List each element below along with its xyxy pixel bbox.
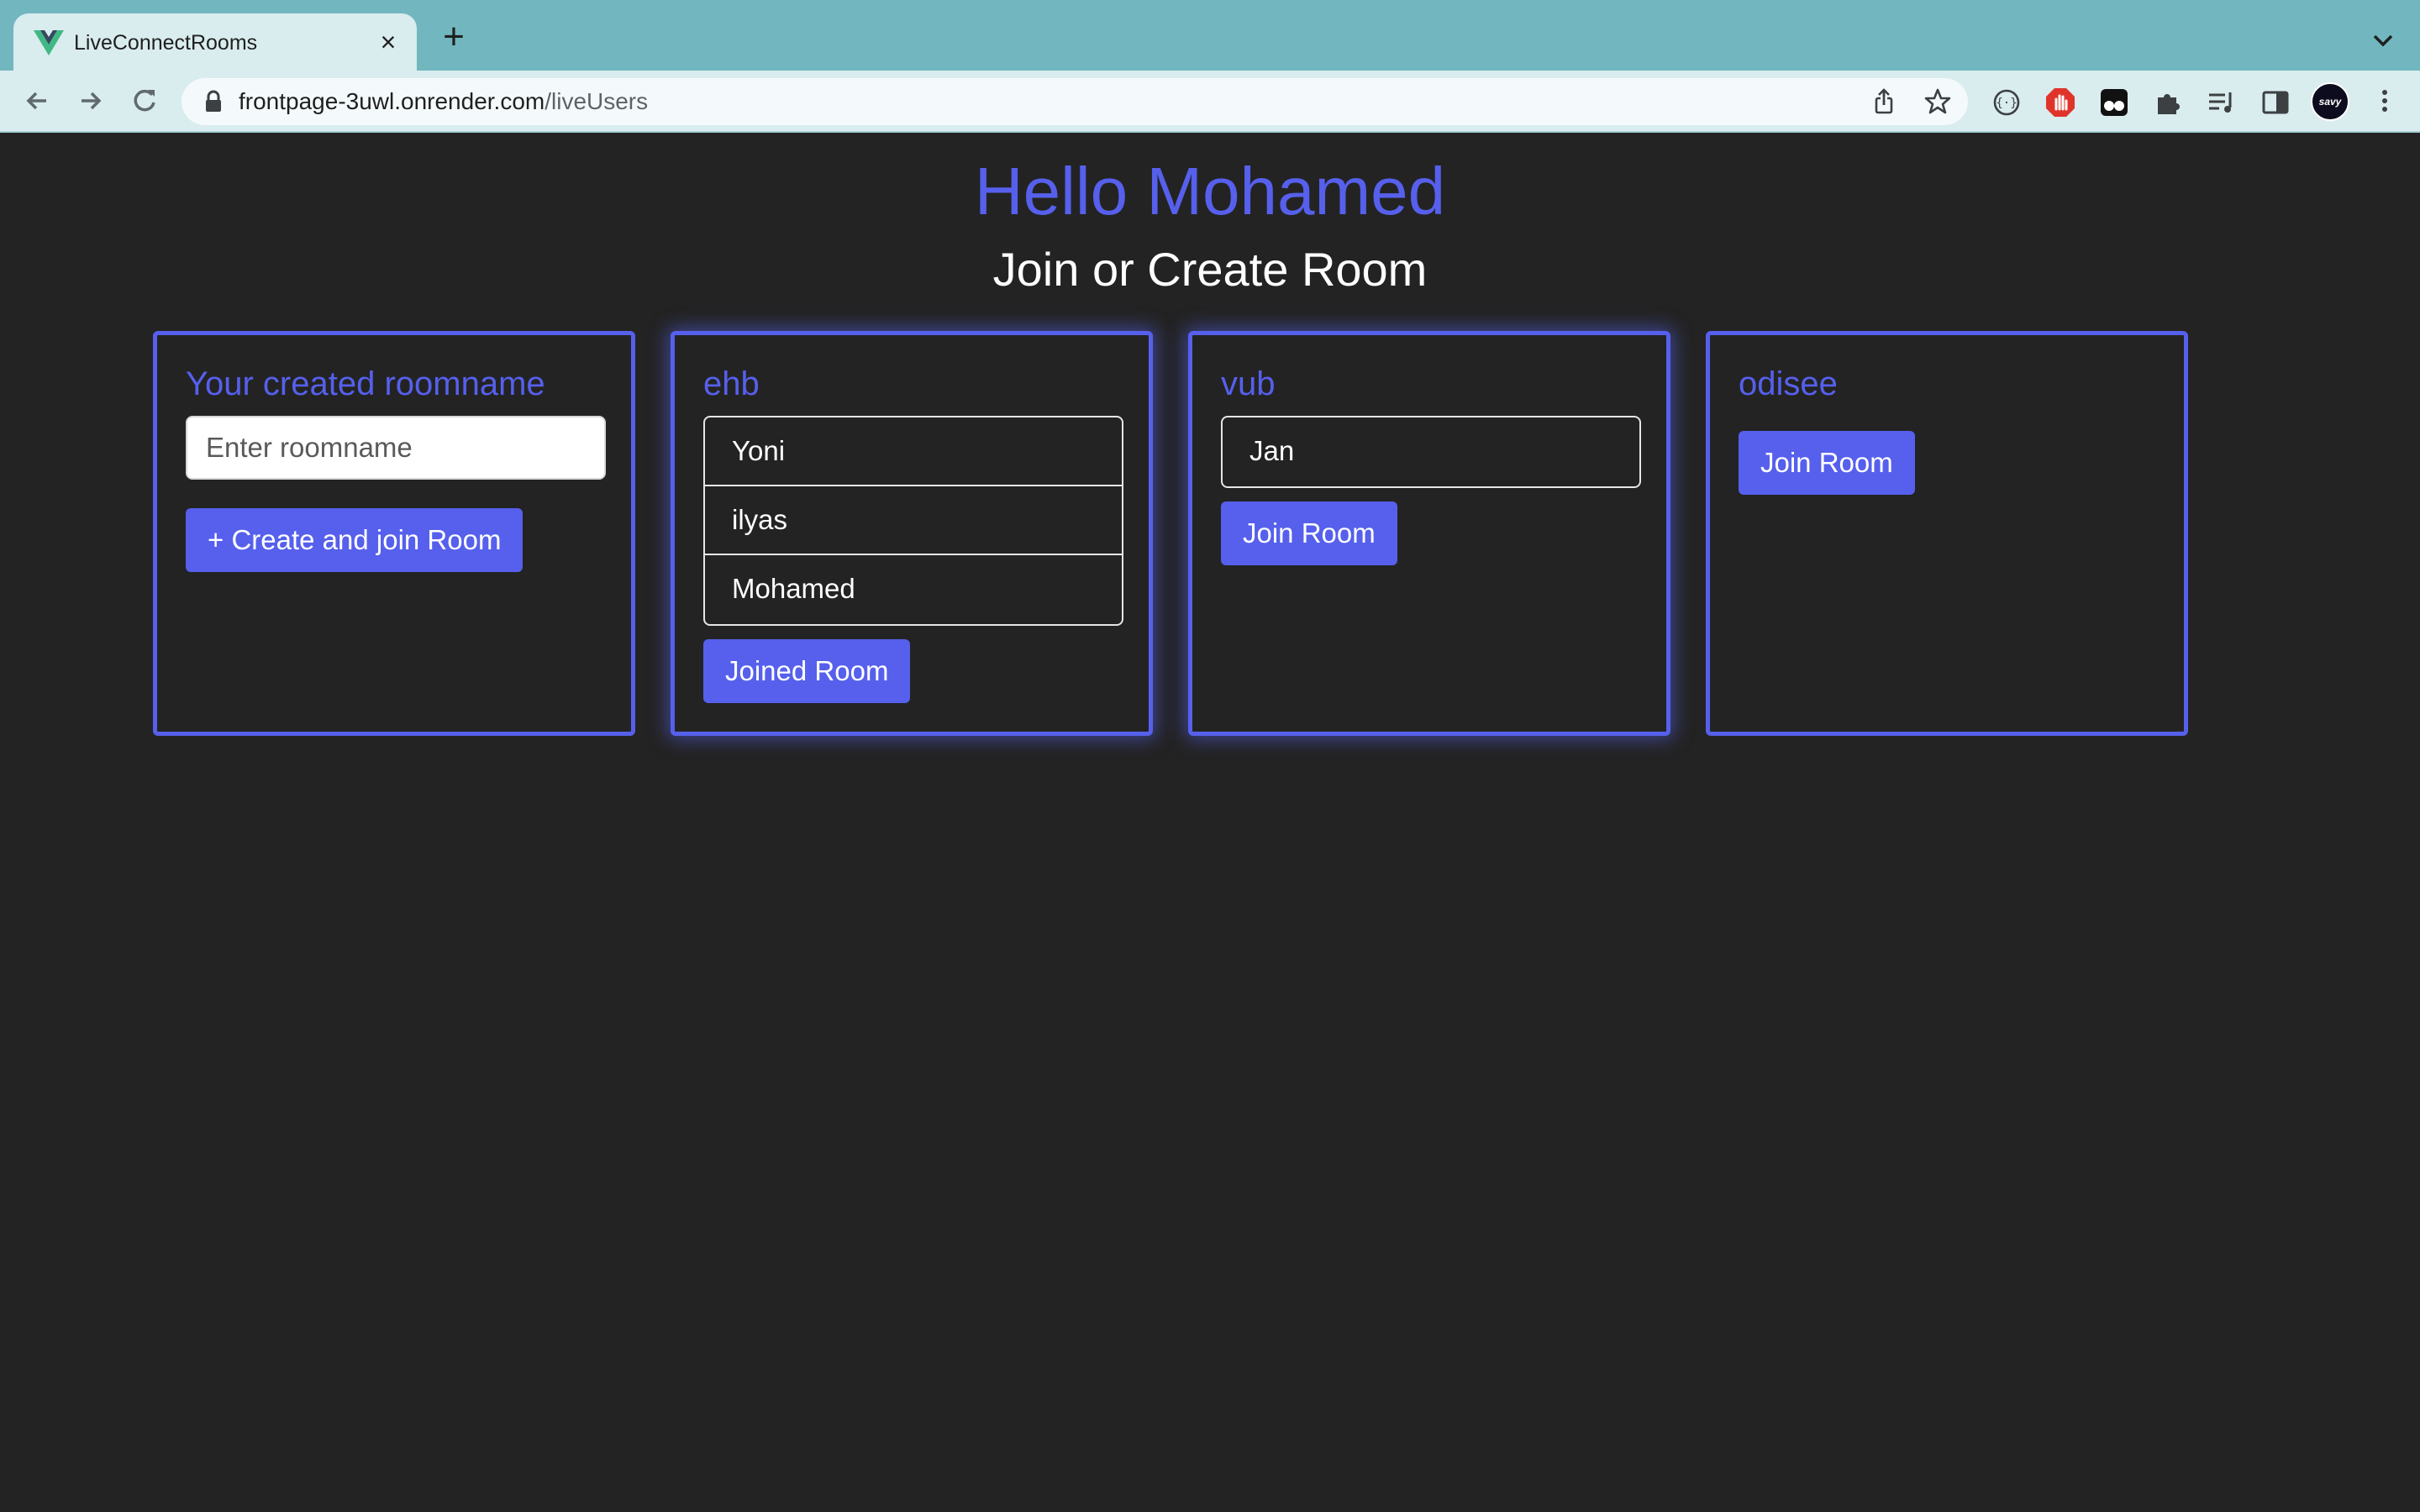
room-user-list: Yoni ilyas Mohamed [703,416,1123,626]
list-item: ilyas [705,486,1122,555]
reload-button[interactable] [126,82,163,119]
back-button[interactable] [18,82,55,119]
roomname-input[interactable] [186,416,606,480]
url-path: /liveUsers [544,88,649,114]
chevron-down-icon[interactable] [2366,24,2400,57]
room-name: odisee [1739,365,1838,402]
page-subtitle: Join or Create Room [992,243,1428,296]
side-panel-icon[interactable] [2259,86,2292,119]
create-room-title: Your created roomname [186,365,545,402]
glasses-icon[interactable] [2097,86,2131,119]
star-icon[interactable] [1923,87,1953,117]
forward-arrow-icon [82,92,102,110]
puzzle-icon[interactable] [2151,86,2185,119]
tab-title: LiveConnectRooms [74,31,258,55]
join-room-button[interactable]: Join Room [1221,501,1397,565]
profile-avatar[interactable]: savy [2311,82,2349,121]
page-content: Hello Mohamed Join or Create Room Your c… [0,133,2420,1512]
new-tab-button[interactable]: + [437,18,471,55]
browser-tab-active[interactable]: LiveConnectRooms × [13,13,417,71]
room-card-vub: vub Jan Join Room [1188,331,1670,736]
greeting-heading: Hello Mohamed [974,154,1446,228]
joined-room-button[interactable]: Joined Room [703,639,911,703]
tab-close-button[interactable]: × [373,27,403,57]
room-name: vub [1221,365,1276,402]
create-and-join-room-button[interactable]: + Create and join Room [186,508,523,572]
room-card-ehb: ehb Yoni ilyas Mohamed Joined Room [671,331,1153,736]
url-text[interactable]: frontpage-3uwl.onrender.com/liveUsers [239,87,648,116]
vue-logo-icon [34,30,64,55]
browser-tab-strip: LiveConnectRooms × + [0,0,2420,71]
room-user-list: Jan [1221,416,1641,488]
url-host: frontpage-3uwl.onrender.com [239,88,545,114]
lock-icon[interactable] [200,88,227,115]
share-icon[interactable] [1869,87,1899,117]
kebab-menu-icon[interactable] [2368,84,2402,118]
room-name: ehb [703,365,760,402]
forward-button[interactable] [72,82,109,119]
room-card-odisee: odisee Join Room [1706,331,2188,736]
svg-text:{·}: {·} [1996,97,2017,110]
media-queue-icon[interactable] [2205,86,2238,119]
address-bar[interactable]: frontpage-3uwl.onrender.com/liveUsers [182,78,1968,125]
code-brackets-icon[interactable]: {·} [1990,86,2023,119]
create-room-card: Your created roomname + Create and join … [153,331,635,736]
list-item: Yoni [705,417,1122,486]
list-item: Mohamed [732,573,855,604]
join-room-button[interactable]: Join Room [1739,431,1915,495]
back-arrow-icon [26,92,46,110]
list-item: Jan [1249,435,1295,466]
adblock-icon[interactable] [2044,86,2077,119]
reload-icon [134,89,155,112]
